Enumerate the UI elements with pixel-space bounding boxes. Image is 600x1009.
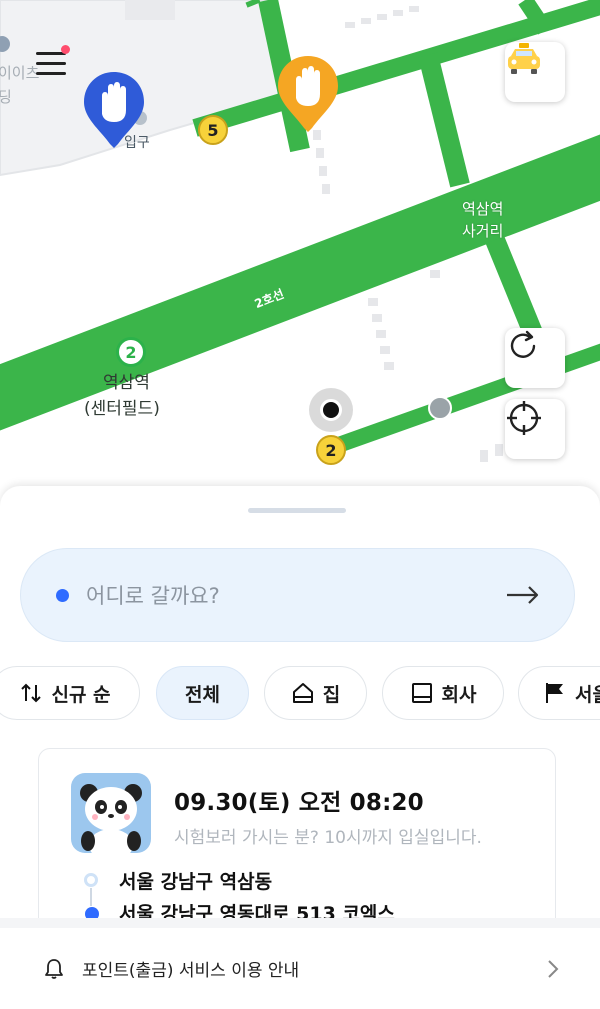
chip-all[interactable]: 전체 bbox=[156, 666, 249, 720]
locate-me-button[interactable] bbox=[505, 399, 565, 459]
taxi-icon bbox=[508, 43, 540, 74]
arrow-right-icon[interactable] bbox=[506, 585, 540, 605]
home-icon bbox=[292, 683, 313, 703]
chip-work[interactable]: 회사 bbox=[382, 666, 504, 720]
chip-label: 서울 bbox=[575, 683, 600, 706]
station-name-label: 역삼역 bbox=[103, 373, 150, 393]
orange-hand-pin[interactable] bbox=[276, 54, 340, 132]
blue-hand-pin[interactable] bbox=[82, 70, 146, 148]
location-dot-icon bbox=[56, 588, 69, 602]
menu-bar bbox=[36, 72, 66, 75]
chip-home[interactable]: 집 bbox=[264, 666, 367, 720]
station-name-label: (센터필드) bbox=[84, 399, 160, 419]
hand-pin-icon bbox=[278, 56, 338, 132]
hand-pin-icon bbox=[84, 72, 144, 148]
chip-label: 전체 bbox=[185, 683, 220, 706]
current-location-marker bbox=[309, 388, 353, 432]
destination-search-bar[interactable]: 어디로 갈까요? bbox=[20, 548, 575, 642]
map-building-label: 딩 bbox=[0, 88, 12, 106]
notification-dot bbox=[61, 45, 70, 54]
menu-bar bbox=[36, 62, 66, 65]
ride-datetime: 09.30(토) 오전 08:20 bbox=[174, 790, 424, 816]
route-connector bbox=[90, 888, 92, 906]
crosshair-icon bbox=[507, 401, 541, 435]
origin-address: 서울 강남구 역삼동 bbox=[119, 871, 273, 893]
line2-road-badge: 2 bbox=[316, 435, 346, 465]
wrench-icon bbox=[428, 396, 452, 420]
chip-sort-newest[interactable]: 신규 순 bbox=[0, 666, 140, 720]
menu-button[interactable] bbox=[28, 44, 74, 84]
refresh-button[interactable] bbox=[505, 328, 565, 388]
panda-avatar bbox=[71, 773, 151, 853]
chip-label: 회사 bbox=[441, 683, 477, 706]
chip-label: 신규 순 bbox=[51, 683, 111, 706]
map-intersection-label: 역삼역 bbox=[462, 200, 504, 218]
search-placeholder: 어디로 갈까요? bbox=[86, 584, 220, 608]
refresh-icon bbox=[510, 330, 536, 358]
current-location-dot bbox=[320, 399, 342, 421]
bell-icon bbox=[45, 958, 63, 979]
map-view[interactable]: 이이츠 딩 입구 역삼역 사거리 2호선 역삼역 (센터필드) 5 2 2 bbox=[0, 0, 600, 520]
panda-icon bbox=[80, 784, 142, 853]
line5-badge: 5 bbox=[198, 115, 228, 145]
sheet-drag-handle[interactable] bbox=[248, 508, 346, 513]
bottom-sheet: 어디로 갈까요? 신규 순 전체 집 회사 서 09.30(토) 오전 08:2… bbox=[0, 486, 600, 926]
building-icon bbox=[411, 683, 432, 703]
ride-memo: 시험보러 가시는 분? 10시까지 입실입니다. bbox=[174, 828, 482, 848]
line2-badge: 2 bbox=[116, 337, 146, 367]
ride-request-card[interactable]: 09.30(토) 오전 08:20 시험보러 가시는 분? 10시까지 입실입니… bbox=[38, 748, 556, 926]
points-notice-bar[interactable]: 포인트(출금) 서비스 이용 안내 bbox=[0, 918, 600, 1009]
notice-text: 포인트(출금) 서비스 이용 안내 bbox=[82, 961, 300, 981]
chip-label: 집 bbox=[322, 683, 341, 706]
chip-seoul[interactable]: 서울 bbox=[518, 666, 600, 720]
taxi-button[interactable] bbox=[505, 42, 565, 102]
flag-icon bbox=[546, 683, 563, 703]
sort-arrows-icon bbox=[21, 683, 42, 703]
chevron-right-icon bbox=[548, 959, 559, 978]
origin-dot-icon bbox=[84, 873, 98, 887]
map-intersection-label: 사거리 bbox=[462, 222, 504, 240]
filter-chips: 신규 순 전체 집 회사 서울 bbox=[0, 666, 600, 722]
